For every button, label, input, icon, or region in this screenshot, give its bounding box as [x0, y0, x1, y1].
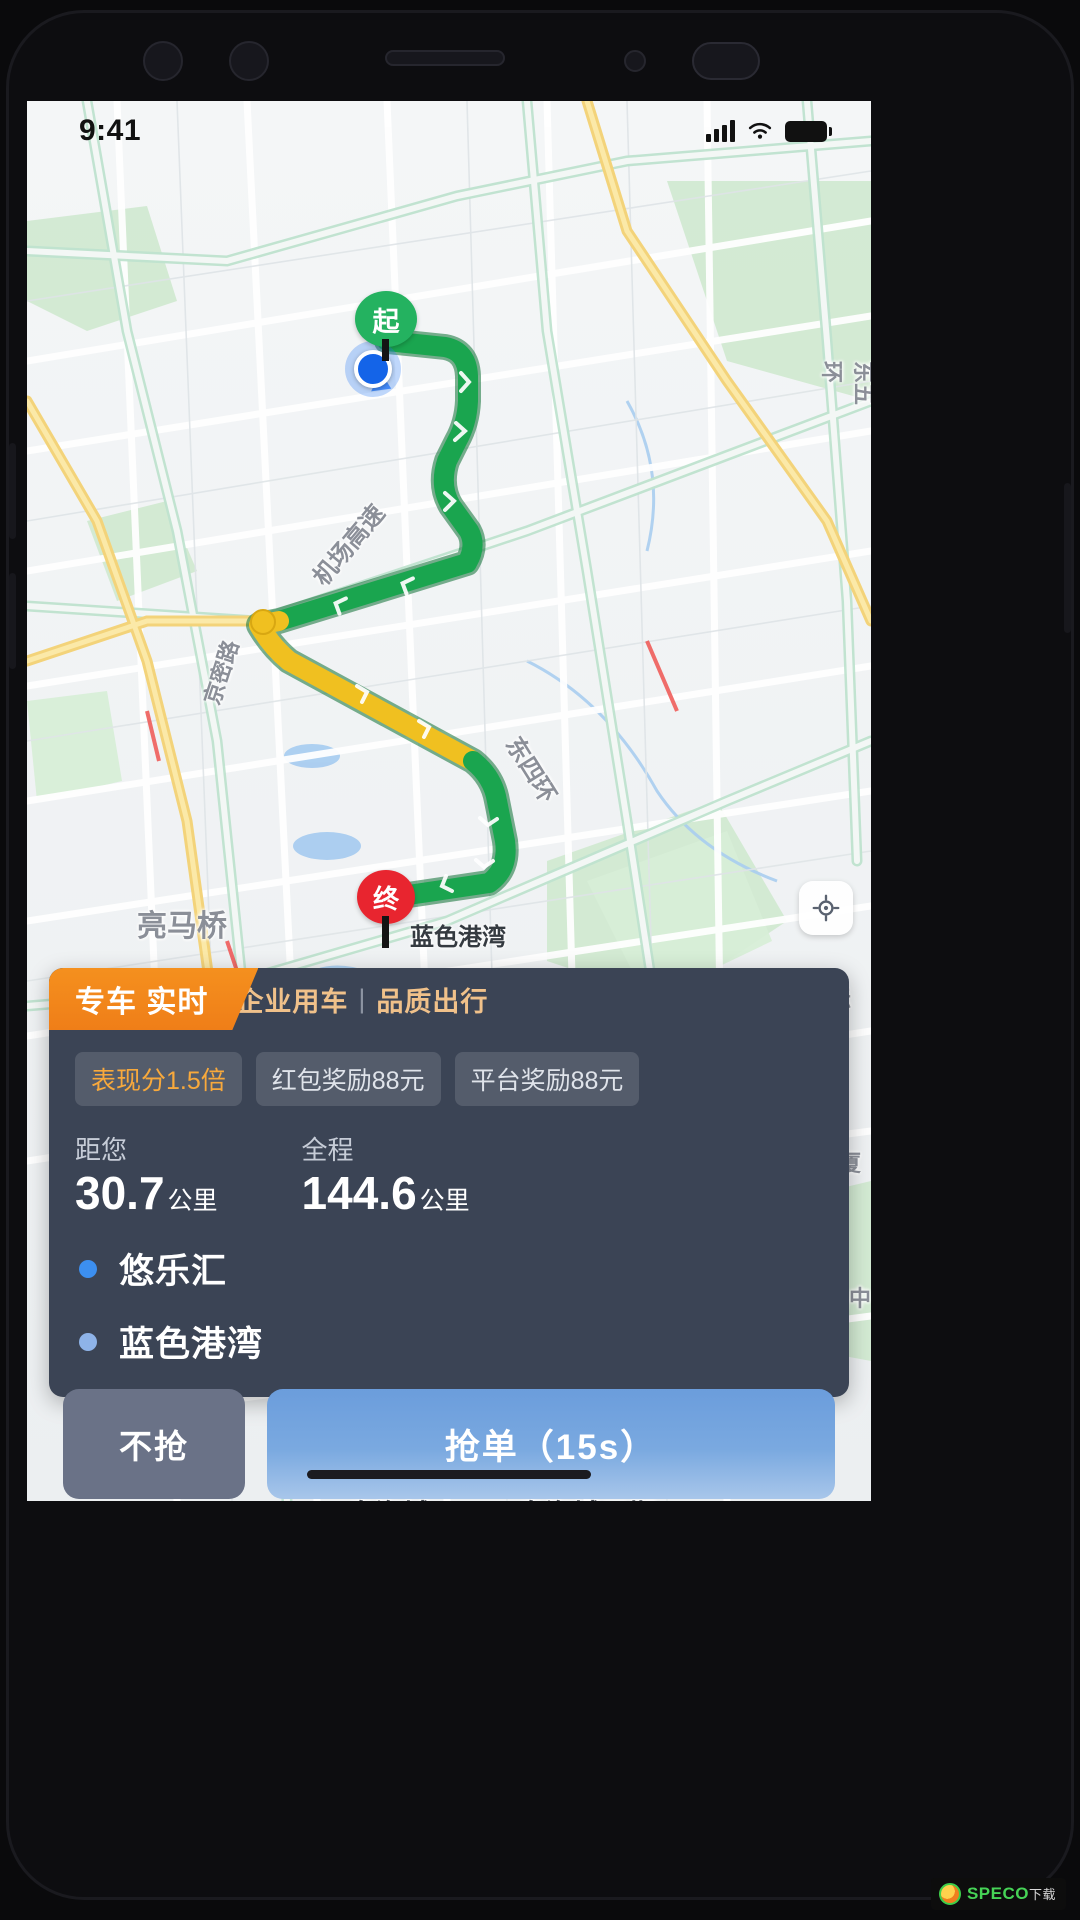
stop-item: 悠乐汇 [79, 1243, 823, 1294]
reward-badge: 表现分1.5倍 [75, 1052, 242, 1106]
reward-badge: 平台奖励88元 [454, 1052, 640, 1106]
watermark-text: SPECO下载 [967, 1884, 1056, 1904]
distance-metric-label: 距您 [75, 1135, 128, 1165]
battery-full-icon [785, 120, 832, 142]
distance-metric: 全程 144.6 公里 [302, 1130, 470, 1217]
locate-me-icon [812, 894, 840, 922]
distance-metric-unit: 公里 [419, 1187, 470, 1215]
status-icons [706, 120, 832, 142]
origin-dot-icon [79, 1259, 97, 1278]
accept-order-button[interactable]: 抢单（15s） [267, 1389, 835, 1499]
distance-metric: 距您 30.7 公里 [75, 1130, 218, 1217]
watermark-brand: SPECO [966, 1884, 1029, 1903]
tab-service-type[interactable]: 专车 实时 [49, 968, 258, 1030]
tag-separator: | [358, 983, 367, 1014]
locate-me-button[interactable] [799, 881, 853, 935]
front-camera-icon [143, 41, 183, 81]
route-start-marker-label: 起 [372, 306, 400, 337]
card-header: 专车 实时 企业用车 | 品质出行 [49, 968, 849, 1030]
watermark-suffix: 下载 [1028, 1887, 1056, 1902]
device-notch-area [27, 23, 871, 101]
distance-metric-label: 全程 [301, 1135, 354, 1165]
distance-metric-value: 30.7 公里 [75, 1167, 218, 1219]
route-start-marker[interactable]: 起 [355, 291, 417, 361]
home-indicator[interactable] [307, 1470, 591, 1479]
route-end-marker-label: 终 [372, 883, 399, 914]
distance-metric-value: 144.6 公里 [301, 1167, 470, 1219]
stop-name: 蓝色港湾 [119, 1325, 264, 1365]
action-bar: 不抢 抢单（15s） [63, 1389, 835, 1499]
status-bar: 9:41 [27, 101, 871, 161]
proximity-sensor-icon [624, 50, 646, 72]
phone-frame: 东五环机场高速京密路东四环亮马桥日坛大厦路中跃汇丰中心新兆龙广场民辉大厦奥海城奥… [0, 0, 1080, 1920]
volume-down-button[interactable] [9, 573, 16, 669]
phone-body: 东五环机场高速京密路东四环亮马桥日坛大厦路中跃汇丰中心新兆龙广场民辉大厦奥海城奥… [6, 10, 1074, 1900]
status-clock: 9:41 [79, 114, 142, 147]
stop-list: 悠乐汇 蓝色港湾 [49, 1217, 849, 1397]
order-detail-card: 专车 实时 企业用车 | 品质出行 表现分1.5倍 红包奖励88元 平台奖励88元 … [49, 968, 849, 1398]
tab-service-type-label: 专车 实时 [75, 986, 209, 1019]
tab-service-tags: 企业用车 | 品质出行 [236, 968, 488, 1030]
decline-order-button[interactable]: 不抢 [63, 1389, 245, 1499]
earpiece-speaker [385, 50, 505, 66]
front-camera-secondary-icon [229, 41, 269, 81]
wifi-icon [748, 122, 772, 139]
reward-badges: 表现分1.5倍 红包奖励88元 平台奖励88元 [49, 1030, 849, 1106]
sensor-pill [692, 42, 760, 80]
reward-badge: 红包奖励88元 [255, 1052, 441, 1106]
tag-corporate-label: 企业用车 [236, 986, 349, 1017]
volume-up-button[interactable] [9, 443, 16, 539]
cellular-signal-icon [706, 120, 735, 142]
power-button[interactable] [1064, 483, 1071, 633]
destination-dot-icon [79, 1332, 97, 1351]
tag-quality-label: 品质出行 [376, 986, 489, 1017]
watermark: SPECO下载 [930, 1878, 1066, 1910]
distance-metric-unit: 公里 [167, 1187, 218, 1215]
phone-screen: 东五环机场高速京密路东四环亮马桥日坛大厦路中跃汇丰中心新兆龙广场民辉大厦奥海城奥… [27, 101, 871, 1501]
destination-map-label: 蓝色港湾 [410, 924, 506, 951]
stop-name: 悠乐汇 [119, 1252, 228, 1292]
stop-item: 蓝色港湾 [79, 1316, 823, 1367]
route-end-marker[interactable]: 终 [357, 870, 415, 948]
distance-metrics: 距您 30.7 公里 全程 144.6 公里 [49, 1106, 849, 1217]
watermark-logo-icon [938, 1883, 961, 1905]
user-location-puck [345, 341, 401, 399]
